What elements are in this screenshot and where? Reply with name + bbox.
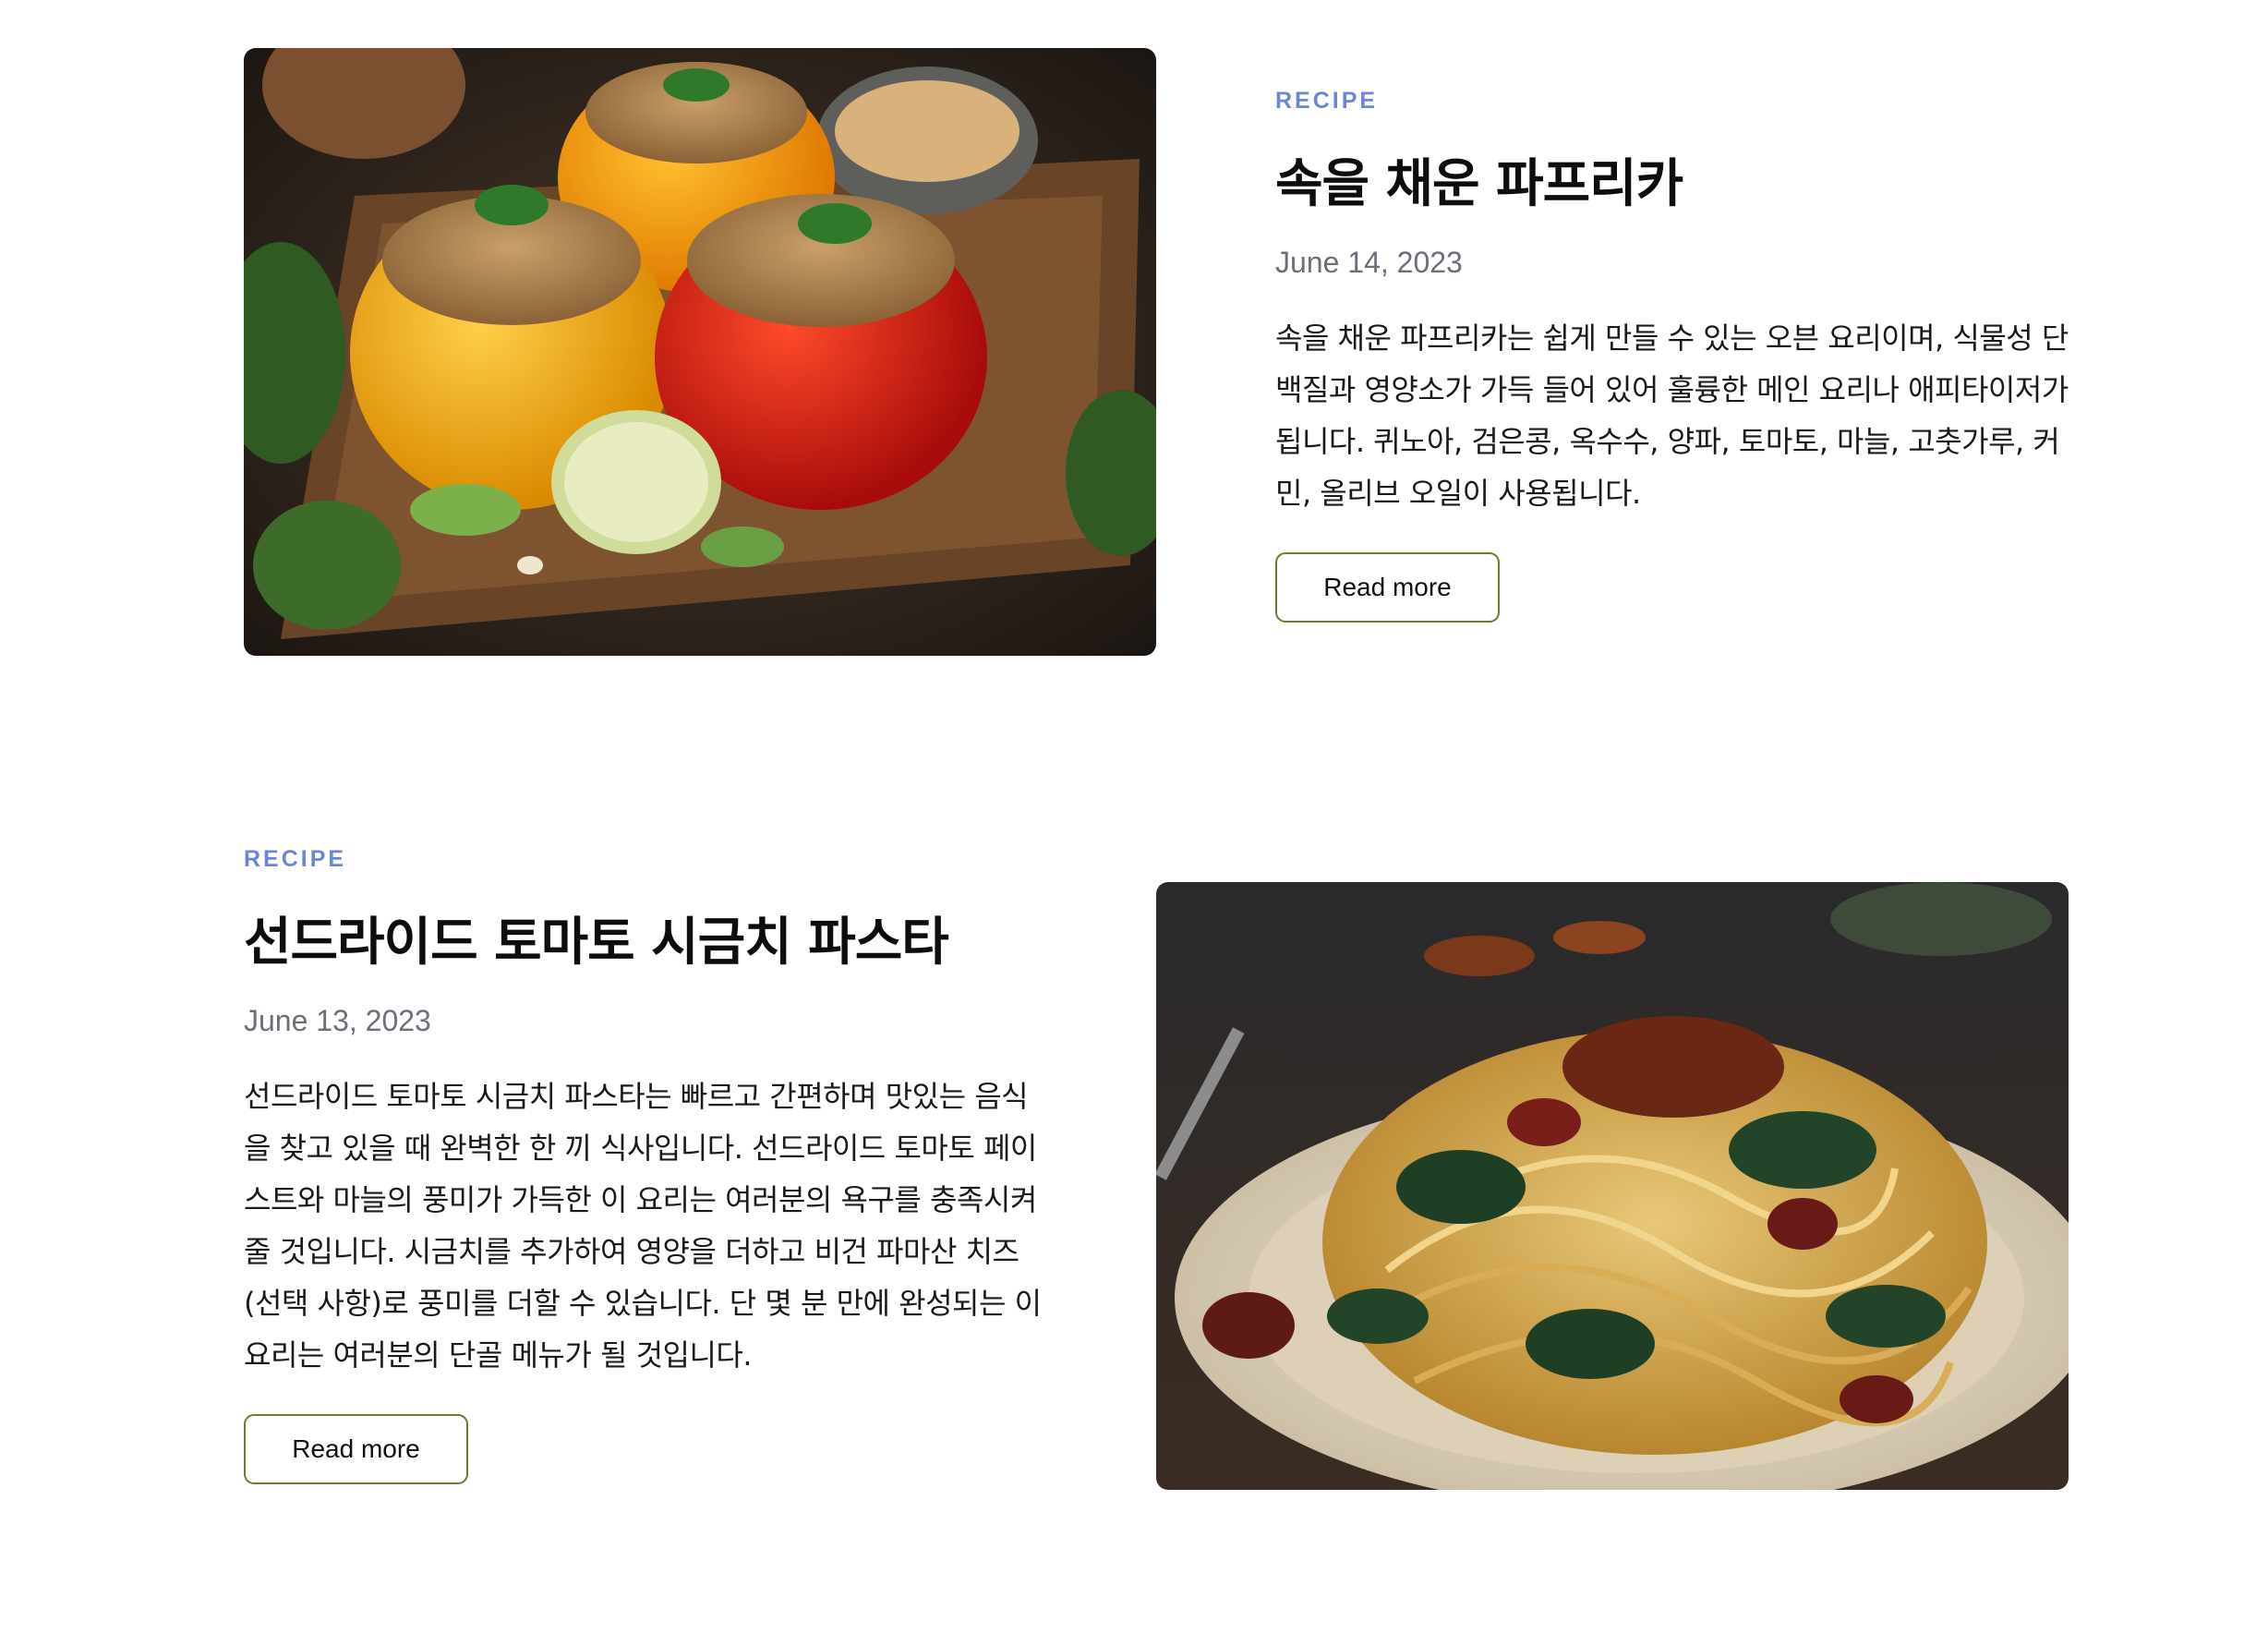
recipe-card: RECIPE 선드라이드 토마토 시금치 파스타 June 13, 2023 선… bbox=[244, 831, 2069, 1546]
stuffed-peppers-image[interactable] bbox=[244, 48, 1156, 656]
read-more-button[interactable]: Read more bbox=[244, 1414, 468, 1485]
category-label: RECIPE bbox=[244, 846, 347, 872]
post-title[interactable]: 속을 채운 파프리카 bbox=[1275, 154, 2075, 214]
recipe-text: RECIPE 속을 채운 파프리카 June 14, 2023 속을 채운 파프… bbox=[1275, 48, 2075, 623]
post-excerpt: 선드라이드 토마토 시금치 파스타는 빠르고 간편하며 맛있는 음식을 찾고 있… bbox=[244, 1079, 1042, 1373]
post-excerpt: 속을 채운 파프리카는 쉽게 만들 수 있는 오븐 요리이며, 식물성 단백질과… bbox=[1275, 321, 2069, 512]
post-date: June 13, 2023 bbox=[244, 1004, 431, 1038]
category-label: RECIPE bbox=[1275, 88, 1379, 114]
recipe-text: RECIPE 선드라이드 토마토 시금치 파스타 June 13, 2023 선… bbox=[244, 831, 1044, 1485]
stuffed-peppers-photo bbox=[244, 48, 1156, 656]
post-title[interactable]: 선드라이드 토마토 시금치 파스타 bbox=[244, 913, 1044, 973]
post-date: June 14, 2023 bbox=[1275, 246, 1463, 280]
read-more-button[interactable]: Read more bbox=[1275, 552, 1500, 623]
spinach-pasta-image[interactable] bbox=[1156, 882, 2069, 1490]
spinach-pasta-photo bbox=[1156, 882, 2069, 1490]
recipe-card: RECIPE 속을 채운 파프리카 June 14, 2023 속을 채운 파프… bbox=[244, 48, 2069, 656]
